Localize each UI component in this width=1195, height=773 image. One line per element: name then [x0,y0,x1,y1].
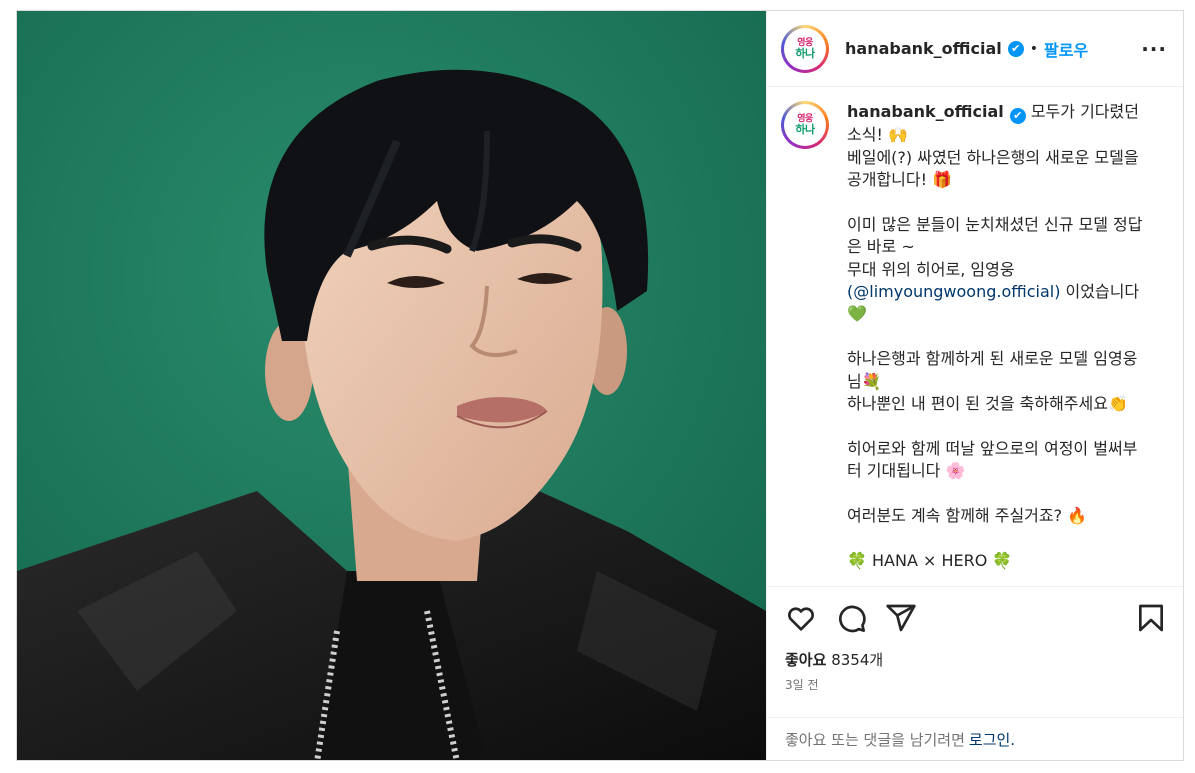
caption-username[interactable]: hanabank_official [847,102,1004,121]
bookmark-icon[interactable] [1135,602,1167,634]
mention-link[interactable]: (@limyoungwoong.official) [847,282,1060,301]
login-link[interactable]: 로그인. [969,729,1015,750]
caption-line: 무대 위의 히어로, 임영웅 [847,259,1015,279]
more-options-icon[interactable]: ··· [1141,37,1167,61]
verified-badge-icon: ✔ [1009,108,1026,125]
caption-line: 이미 많은 분들이 눈치채셨던 신규 모델 정답은 바로 ~ [847,214,1143,257]
heart-icon[interactable] [785,602,817,634]
verified-badge-icon: ✔ [1007,40,1024,57]
caption-avatar[interactable]: 영웅 하나 [781,101,829,149]
separator-dot: • [1029,40,1039,57]
caption-line: 🍀 HANA × HERO 🍀 [847,550,1013,570]
caption-line: 베일에(?) 싸였던 하나은행의 새로운 모델을 공개합니다! 🎁 [847,147,1144,190]
post-timestamp[interactable]: 3일 전 [767,670,1183,693]
caption-text: hanabank_official ✔ 모두가 기다렸던 소식! 🙌 베일에(?)… [847,101,1147,586]
action-bar [767,587,1183,649]
caption-line: 히어로와 함께 떠날 앞으로의 여정이 벌써부터 기대됩니다 🌸 [847,438,1138,481]
caption-line: 여러분도 계속 함께해 주실거죠? 🔥 [847,506,1088,526]
login-prompt-text: 좋아요 또는 댓글을 남기려면 [785,730,965,749]
send-icon[interactable] [885,602,917,634]
likes-label: 좋아요 [785,651,827,669]
profile-avatar[interactable]: 영웅 하나 [781,24,829,73]
login-prompt: 좋아요 또는 댓글을 남기려면 로그인. [767,717,1183,760]
avatar-logo-bottom: 하나 [795,46,815,60]
post-frame: 영웅 하나 hanabank_official ✔ • 팔로우 ··· 영웅 하… [16,10,1184,761]
likes-count[interactable]: 좋아요 8354개 [767,649,1183,670]
portrait-illustration [17,11,766,760]
post-header: 영웅 하나 hanabank_official ✔ • 팔로우 ··· [767,11,1183,87]
likes-number: 8354개 [831,651,884,669]
follow-button[interactable]: 팔로우 [1044,37,1088,61]
caption-line: 하나뿐인 내 편이 된 것을 축하해주세요👏 [847,394,1128,414]
post-sidebar: 영웅 하나 hanabank_official ✔ • 팔로우 ··· 영웅 하… [766,11,1183,760]
header-username[interactable]: hanabank_official [845,39,1002,58]
post-image[interactable] [17,11,766,760]
caption-line: 하나은행과 함께하게 된 새로운 모델 임영웅님💐 [847,349,1138,391]
caption-area[interactable]: 영웅 하나 hanabank_official ✔ 모두가 기다렸던 소식! 🙌 … [767,87,1183,587]
comment-icon[interactable] [835,602,867,634]
avatar-logo-bottom: 하나 [795,123,815,136]
